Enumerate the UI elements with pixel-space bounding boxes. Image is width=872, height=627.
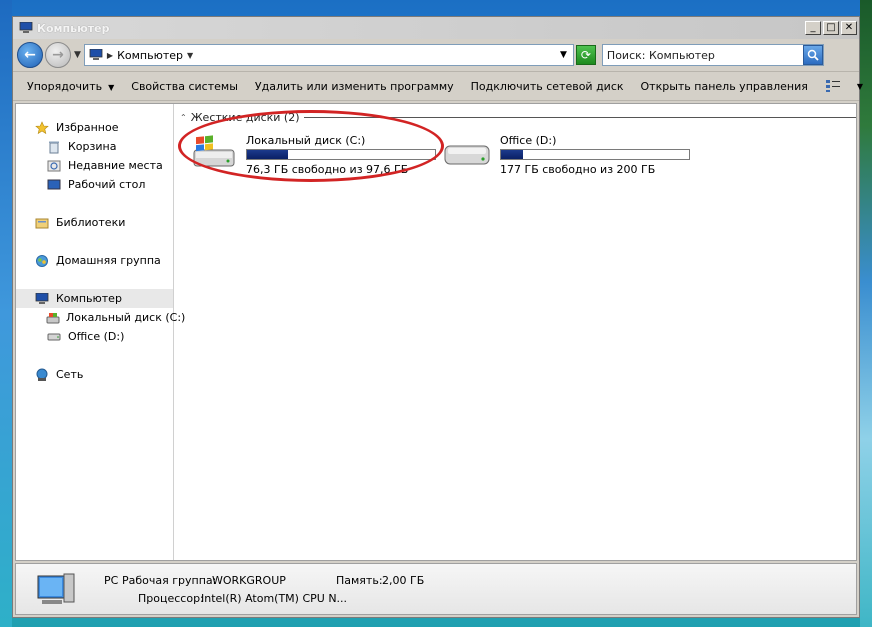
desktop-icon [46,178,62,192]
nav-label: Рабочий стол [68,178,146,191]
nav-computer[interactable]: Компьютер [16,289,173,308]
nav-label: Избранное [56,121,119,134]
computer-icon [37,573,75,604]
nav-drive-d[interactable]: Office (D:) [16,327,173,346]
nav-recent-places[interactable]: Недавние места [16,156,173,175]
address-bar[interactable]: ▶ Компьютер ▼ ▼ [83,44,574,66]
nav-label: Office (D:) [68,330,125,343]
nav-label: Недавние места [68,159,163,172]
drive-tile-d[interactable]: Office (D:) 177 ГБ свободно из 200 ГБ [442,134,690,177]
organize-label: Упорядочить [27,79,103,93]
breadcrumb-arrow[interactable]: ▶ [107,51,113,60]
nav-drive-c[interactable]: Локальный диск (C:) [16,308,185,327]
navigation-pane: Избранное Корзина Недавние места Рабочий… [16,104,185,560]
computer-icon [89,49,103,60]
address-row: ← → ▼ ▶ Компьютер ▼ ▼ ⟳ Поиск: Компьютер [13,39,859,71]
computer-icon [19,22,33,33]
recent-pages-dropdown[interactable]: ▼ [74,50,81,60]
nav-recycle-bin[interactable]: Корзина [16,137,173,156]
close-button[interactable]: ✕ [841,21,857,35]
drive-icon [444,145,490,165]
nav-libraries[interactable]: Библиотеки [16,213,173,232]
forward-button[interactable]: → [45,42,71,68]
desktop-background-right [860,0,872,627]
nav-label: Библиотеки [56,216,126,229]
libraries-icon [34,216,50,230]
command-bar: Упорядочить ▼ Свойства системы Удалить ил… [13,71,863,101]
map-network-drive-button[interactable]: Подключить сетевой диск [471,80,624,93]
nav-label: Сеть [56,368,84,381]
details-pane: PC Рабочая группа: WORKGROUP Память: 2,0… [15,563,857,615]
window-title: Компьютер [37,21,110,35]
search-icon[interactable] [802,45,823,65]
drive-icon [46,330,62,344]
breadcrumb-dropdown[interactable]: ▼ [187,51,193,60]
system-drive-icon [46,311,60,325]
uninstall-program-button[interactable]: Удалить или изменить программу [255,80,454,93]
cpu-label: Процессор: [138,592,204,605]
drive-usage-fill [501,150,523,159]
recycle-bin-icon [46,140,62,154]
drive-name: Office (D:) [500,134,557,147]
nav-homegroup[interactable]: Домашняя группа [16,251,173,270]
nav-label: Локальный диск (C:) [66,311,186,324]
search-placeholder: Поиск: Компьютер [606,48,715,62]
open-control-panel-button[interactable]: Открыть панель управления [641,80,808,93]
network-icon [34,368,50,382]
drive-free-space: 177 ГБ свободно из 200 ГБ [500,163,656,176]
explorer-window: Компьютер _ □ ✕ ← → ▼ ▶ Компьютер ▼ ▼ ⟳ … [12,16,863,618]
breadcrumb-computer[interactable]: Компьютер [117,49,183,62]
title-bar[interactable]: Компьютер _ □ ✕ [13,17,859,39]
address-history-dropdown[interactable]: ▼ [560,50,567,60]
pc-name: PC [104,574,119,587]
workgroup-value: WORKGROUP [212,574,286,587]
star-icon [34,120,50,135]
search-input[interactable]: Поиск: Компьютер [601,44,824,66]
view-dropdown-icon[interactable]: ▼ [857,82,863,91]
system-properties-button[interactable]: Свойства системы [131,80,238,93]
desktop-background-left [0,0,12,627]
drive-usage-bar [500,149,690,160]
homegroup-icon [34,254,50,268]
view-options-icon[interactable] [825,78,841,94]
cpu-value: Intel(R) Atom(TM) CPU N... [201,592,348,605]
nav-favorites[interactable]: Избранное [16,118,173,137]
nav-label: Корзина [68,140,117,153]
file-list-pane: ⌃ Жесткие диски (2) Локальный диск (C:) [174,104,856,560]
nav-network[interactable]: Сеть [16,365,173,384]
nav-label: Компьютер [56,292,122,305]
memory-label: Память: [336,574,383,587]
memory-value: 2,00 ГБ [382,574,425,587]
collapse-icon[interactable]: ⌃ [180,113,187,122]
content-area: Избранное Корзина Недавние места Рабочий… [15,103,857,561]
refresh-button[interactable]: ⟳ [575,45,596,65]
recent-places-icon [46,159,62,173]
nav-label: Домашняя группа [56,254,161,267]
maximize-button[interactable]: □ [823,21,839,35]
back-button[interactable]: ← [17,42,43,68]
computer-icon [34,292,50,306]
workgroup-label: Рабочая группа: [122,574,217,587]
minimize-button[interactable]: _ [805,21,821,35]
chevron-down-icon: ▼ [108,82,115,92]
nav-desktop[interactable]: Рабочий стол [16,175,173,194]
highlight-annotation [178,110,444,182]
organize-menu[interactable]: Упорядочить ▼ [27,80,114,93]
